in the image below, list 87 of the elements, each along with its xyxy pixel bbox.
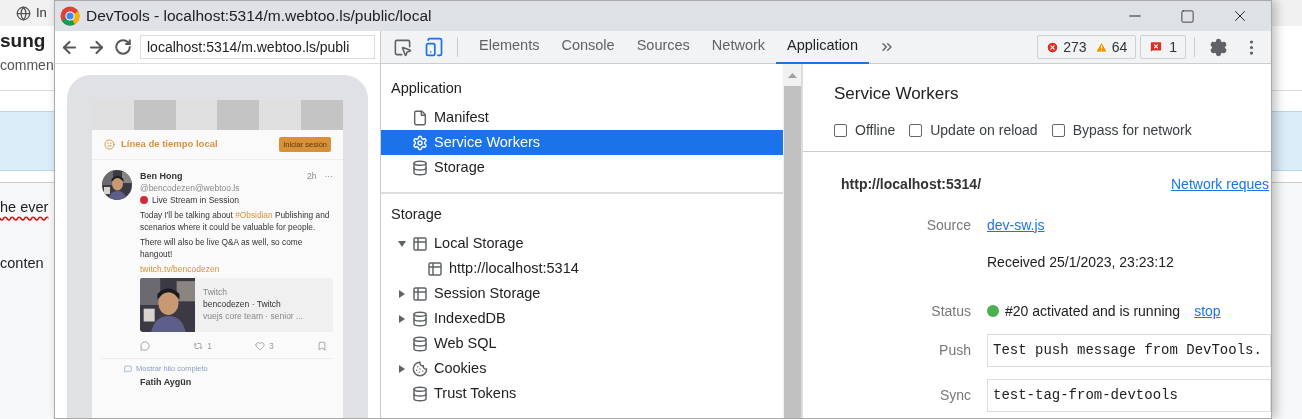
- checkbox-label: Bypass for network: [1072, 120, 1192, 140]
- settings-icon[interactable]: [1209, 37, 1228, 57]
- repost-count: 1: [207, 340, 212, 352]
- checkbox-label: Offline: [855, 120, 896, 140]
- table-icon: [412, 285, 428, 302]
- post-text: There will also be live Q&A as well, so come hangout!: [140, 236, 304, 260]
- issues-counter[interactable]: 1: [1140, 35, 1186, 59]
- panel-title: Service Workers: [834, 83, 960, 105]
- tree-item[interactable]: Manifest: [381, 105, 783, 130]
- tab-title[interactable]: In: [36, 3, 47, 23]
- origin-url: http://localhost:5314/: [841, 174, 982, 194]
- page-text: conten: [0, 253, 44, 273]
- panel-tab[interactable]: Network: [700, 30, 777, 64]
- received-time: Received 25/1/2023, 23:23:12: [987, 252, 1175, 272]
- timeline-title: Línea de tiempo local: [121, 137, 218, 152]
- field-label: Sync: [938, 385, 971, 405]
- status-text: #20 activated and is running: [1005, 301, 1181, 321]
- error-counter[interactable]: 273 64: [1037, 35, 1137, 59]
- checkbox[interactable]: [834, 123, 847, 137]
- panel-tab[interactable]: Sources: [625, 30, 701, 64]
- author-handle: @bencodezen@webtoo.ls: [140, 182, 240, 194]
- tree-item[interactable]: Web SQL: [381, 331, 783, 356]
- more-menu[interactable]: ···: [324, 170, 333, 182]
- thread-icon: [124, 364, 132, 373]
- file-icon: [412, 109, 428, 126]
- panel-tab[interactable]: Elements: [468, 30, 551, 64]
- warning-icon: [1094, 40, 1108, 54]
- settings-icon: [412, 134, 428, 151]
- window-title: DevTools - localhost:5314/m.webtoo.ls/public/local: [86, 6, 432, 27]
- database-icon: [412, 385, 428, 402]
- database-icon: [412, 335, 428, 352]
- issue-icon: [1149, 40, 1164, 54]
- smiley-icon: [104, 139, 115, 150]
- post-time: 2h: [307, 170, 317, 182]
- field-label: Status: [930, 301, 971, 321]
- field-label: Source: [925, 215, 971, 235]
- scrollbar[interactable]: [783, 64, 801, 418]
- reload-icon[interactable]: [114, 38, 132, 56]
- globe-icon: [16, 5, 31, 21]
- tree-item[interactable]: http://localhost:5314: [381, 256, 783, 281]
- like-count: 3: [269, 340, 274, 352]
- url-field[interactable]: localhost:5314/m.webtoo.ls/publi: [140, 35, 375, 59]
- section-title: Storage: [390, 204, 443, 224]
- tree-item[interactable]: Local Storage: [381, 231, 783, 256]
- inspect-icon[interactable]: [393, 37, 412, 57]
- push-field[interactable]: Test push message from DevTools.: [987, 333, 1271, 367]
- card-description: vuejs core team · senior ...: [203, 310, 304, 322]
- checkbox[interactable]: [909, 123, 923, 137]
- tree-item[interactable]: IndexedDB: [381, 306, 783, 331]
- caret-right-icon[interactable]: [398, 314, 406, 323]
- author-name[interactable]: Ben Hong: [140, 170, 240, 182]
- live-label: Live Stream in Session: [152, 194, 239, 206]
- tree-item[interactable]: Trust Tokens: [381, 381, 783, 406]
- link-card[interactable]: Twitch bencodezen · Twitch vuejs core team · senior ...: [140, 278, 333, 332]
- field-label: Push: [938, 340, 971, 360]
- panel-tab[interactable]: Application: [776, 30, 869, 64]
- device-toolbar-icon[interactable]: [424, 37, 444, 57]
- page-subtitle: commen: [0, 56, 54, 75]
- table-icon: [427, 260, 443, 277]
- tree-item[interactable]: Cookies: [381, 356, 783, 381]
- section-title: Application: [390, 78, 463, 98]
- stop-link[interactable]: stop: [1194, 300, 1221, 322]
- cookie-icon: [412, 360, 428, 377]
- tree-item[interactable]: Service Workers: [381, 130, 783, 155]
- post-text: Today I'll be talking about #Obsidian Publishing and scenarios where it could be valuable for people.: [140, 209, 331, 233]
- tree-item[interactable]: Storage: [381, 155, 783, 180]
- card-title: bencodezen · Twitch: [203, 298, 282, 310]
- author-name[interactable]: Fatih Aygün: [140, 376, 343, 390]
- page-text: he ever: [0, 198, 49, 217]
- page-heading: sung: [0, 29, 46, 53]
- table-icon: [412, 235, 428, 252]
- network-requests-link[interactable]: Network reques: [1171, 173, 1271, 195]
- panel-tab[interactable]: Console: [550, 30, 626, 64]
- card-site: Twitch: [203, 286, 229, 298]
- source-link[interactable]: dev-sw.js: [987, 214, 1271, 236]
- database-icon: [412, 159, 428, 176]
- caret-down-icon[interactable]: [398, 239, 406, 248]
- checkbox-label: Update on reload: [930, 120, 1038, 140]
- caret-right-icon[interactable]: [398, 364, 406, 373]
- checkbox[interactable]: [1051, 123, 1065, 137]
- sync-field[interactable]: test-tag-from-devtools: [987, 378, 1271, 412]
- tree-item[interactable]: Session Storage: [381, 281, 783, 306]
- caret-right-icon[interactable]: [398, 289, 406, 298]
- browser-logo-icon: [60, 6, 80, 26]
- error-icon: [1046, 40, 1060, 54]
- database-icon: [412, 310, 428, 327]
- maximize-icon[interactable]: [1180, 8, 1195, 24]
